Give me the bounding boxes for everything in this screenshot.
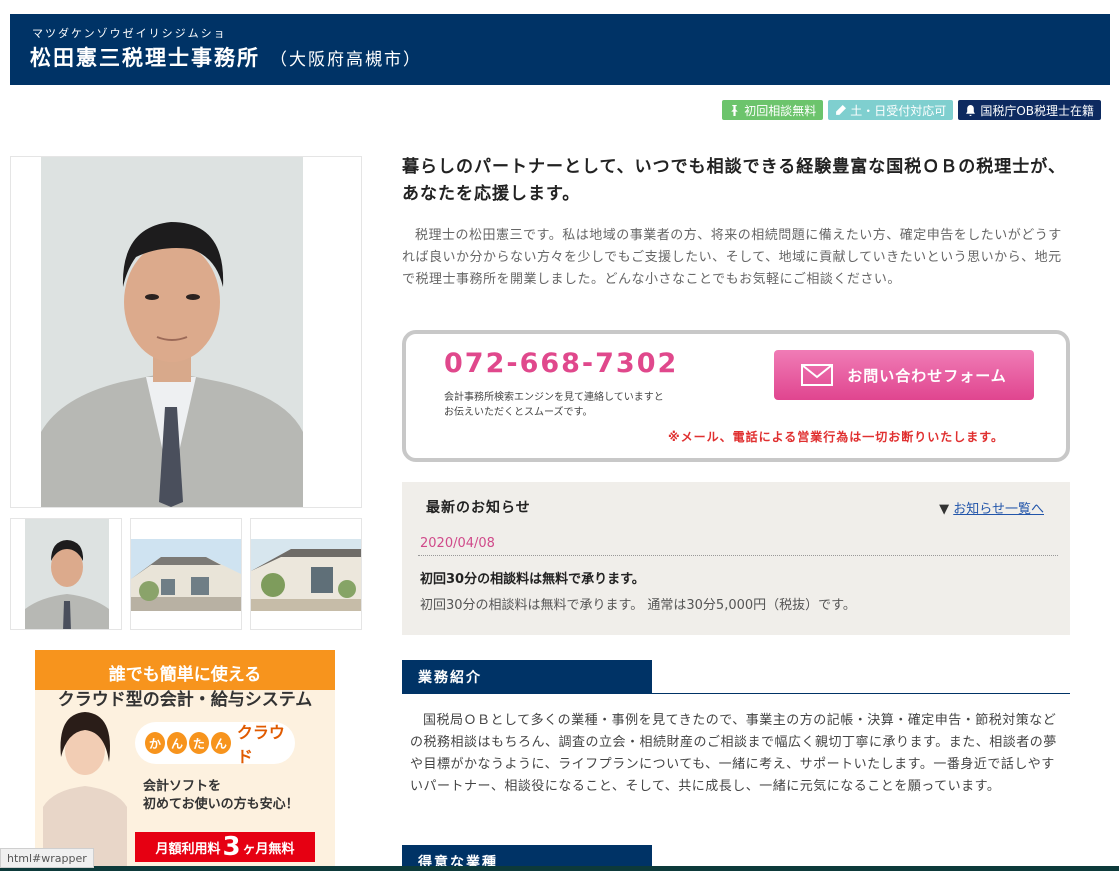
contact-form-button[interactable]: お問い合わせフォーム xyxy=(774,350,1034,400)
thumbnail-office-exterior-1[interactable] xyxy=(130,518,242,630)
office-area: （大阪府高槻市） xyxy=(270,50,422,70)
news-list-link[interactable]: お知らせ一覧へ xyxy=(953,502,1044,517)
photo-thumbnails xyxy=(10,518,362,630)
badge-label: 土・日受付対応可 xyxy=(850,103,947,118)
main-photo xyxy=(10,156,362,508)
ad-price-suffix: ヶ月無料 xyxy=(242,841,295,857)
badge-nta-ob: 国税庁OB税理士在籍 xyxy=(958,100,1101,120)
intro-text: 税理士の松田憲三です。私は地域の事業者の方、将来の相続問題に備えたい方、確定申告… xyxy=(402,228,1062,287)
triangle-icon: ▼ xyxy=(939,502,950,517)
contact-note-line: お伝えいただくとスムーズです。 xyxy=(444,407,593,418)
services-text: 国税局ＯＢとして多くの業種・事例を見てきたので、事業主の方の記帳・決算・確定申告… xyxy=(410,713,1057,794)
sales-call-warning: ※メール、電話による営業行為は一切お断りいたします。 xyxy=(667,430,1005,444)
browser-status-bar: html#wrapper xyxy=(0,848,94,868)
portrait-image xyxy=(41,157,303,507)
brand-kana: た xyxy=(188,732,209,754)
badge-label: 国税庁OB税理士在籍 xyxy=(980,103,1094,118)
phone-number[interactable]: 072-668-7302 xyxy=(444,348,678,379)
ad-copy-line: 会計ソフトを xyxy=(143,779,222,794)
contact-form-label: お問い合わせフォーム xyxy=(847,366,1007,385)
ad-price-banner: 月額利用料 3 ヶ月無料 xyxy=(135,832,315,862)
news-more: ▼ お知らせ一覧へ xyxy=(939,498,1044,517)
ad-copy-line: 初めてお使いの方も安心！ xyxy=(143,797,299,812)
brand-kana: ん xyxy=(166,732,187,754)
mail-icon xyxy=(801,364,834,386)
contact-note: 会計事務所検索エンジンを見て連絡していますと お伝えいただくとスムーズです。 xyxy=(444,390,664,420)
badge-free-consult: 初回相談無料 xyxy=(722,100,824,120)
thumbnail-portrait[interactable] xyxy=(10,518,122,630)
thumbnail-office-exterior-2[interactable] xyxy=(250,518,362,630)
site-header: マツダケンゾウゼイリシジムショ 松田憲三税理士事務所 （大阪府高槻市） xyxy=(10,14,1110,85)
news-heading: 最新のお知らせ xyxy=(426,500,531,516)
services-heading: 業務紹介 xyxy=(402,660,652,694)
ad-copy: 会計ソフトを 初めてお使いの方も安心！ xyxy=(143,778,299,814)
pin-icon xyxy=(731,104,739,116)
ad-price-number: 3 xyxy=(222,832,241,862)
pencil-icon xyxy=(836,104,847,115)
contact-box: 072-668-7302 会計事務所検索エンジンを見て連絡していますと お伝えい… xyxy=(402,330,1070,462)
news-divider xyxy=(418,555,1058,556)
brand-kana: か xyxy=(145,732,165,754)
bell-icon xyxy=(966,104,976,116)
news-title[interactable]: 初回30分の相談料は無料で承ります。 xyxy=(420,568,645,587)
cloud-accounting-ad[interactable]: 誰でも簡単に使える クラウド型の会計・給与システム か ん た ん クラウド 会… xyxy=(35,650,335,871)
contact-note-line: 会計事務所検索エンジンを見て連絡していますと xyxy=(444,392,664,403)
brand-word: クラウド xyxy=(236,723,285,766)
page-headline: 暮らしのパートナーとして、いつでも相談できる経験豊富な国税ＯＢの税理士が、あなた… xyxy=(402,157,1066,204)
badge-weekend: 土・日受付対応可 xyxy=(828,100,954,120)
services-section-header: 業務紹介 xyxy=(402,660,1070,694)
feature-badges: 初回相談無料 土・日受付対応可 国税庁OB税理士在籍 xyxy=(722,100,1101,120)
office-title-text: 松田憲三税理士事務所 xyxy=(30,46,260,70)
ad-headline-1: 誰でも簡単に使える xyxy=(108,665,262,685)
news-section: 最新のお知らせ ▼ お知らせ一覧へ 2020/04/08 初回30分の相談料は無… xyxy=(402,482,1070,635)
ad-brand-logo: か ん た ん クラウド xyxy=(135,722,295,766)
news-date: 2020/04/08 xyxy=(420,536,495,551)
brand-kana: ん xyxy=(210,732,231,754)
news-body: 初回30分の相談料は無料で承ります。 通常は30分5,000円（税抜）です。 xyxy=(420,598,856,613)
badge-label: 初回相談無料 xyxy=(744,103,817,118)
ad-model-image xyxy=(43,712,127,871)
ad-price-prefix: 月額利用料 xyxy=(155,841,221,857)
page-bottom-edge xyxy=(0,866,1119,871)
office-name[interactable]: 松田憲三税理士事務所 （大阪府高槻市） xyxy=(30,42,422,72)
office-name-kana: マツダケンゾウゼイリシジムショ xyxy=(32,27,227,40)
